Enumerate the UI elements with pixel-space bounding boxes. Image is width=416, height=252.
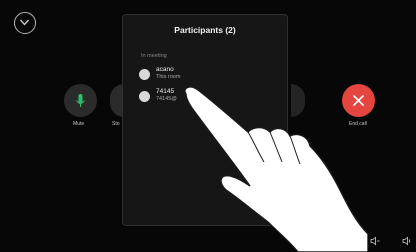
- avatar: [139, 69, 150, 80]
- microphone-icon: [76, 94, 85, 107]
- participant-detail: 74145@: [156, 96, 177, 102]
- back-button[interactable]: [14, 12, 36, 34]
- in-meeting-section-label: In meeting: [141, 53, 167, 59]
- chevron-down-icon: [19, 19, 30, 26]
- volume-up-icon[interactable]: [402, 236, 412, 246]
- avatar: [139, 91, 150, 102]
- stop-label: Sto: [112, 121, 120, 127]
- mute-button[interactable]: [64, 84, 97, 117]
- participant-name: acano: [156, 66, 174, 73]
- pointing-hand-icon: [184, 86, 368, 252]
- panel-title: Participants (2): [174, 25, 236, 35]
- volume-down-icon[interactable]: [370, 236, 380, 246]
- video-screen: Mute Sto End call Participants (2) In me…: [0, 0, 416, 252]
- mute-label: Mute: [73, 121, 85, 127]
- participant-detail: This room: [156, 74, 181, 80]
- participant-name: 74145: [156, 88, 175, 95]
